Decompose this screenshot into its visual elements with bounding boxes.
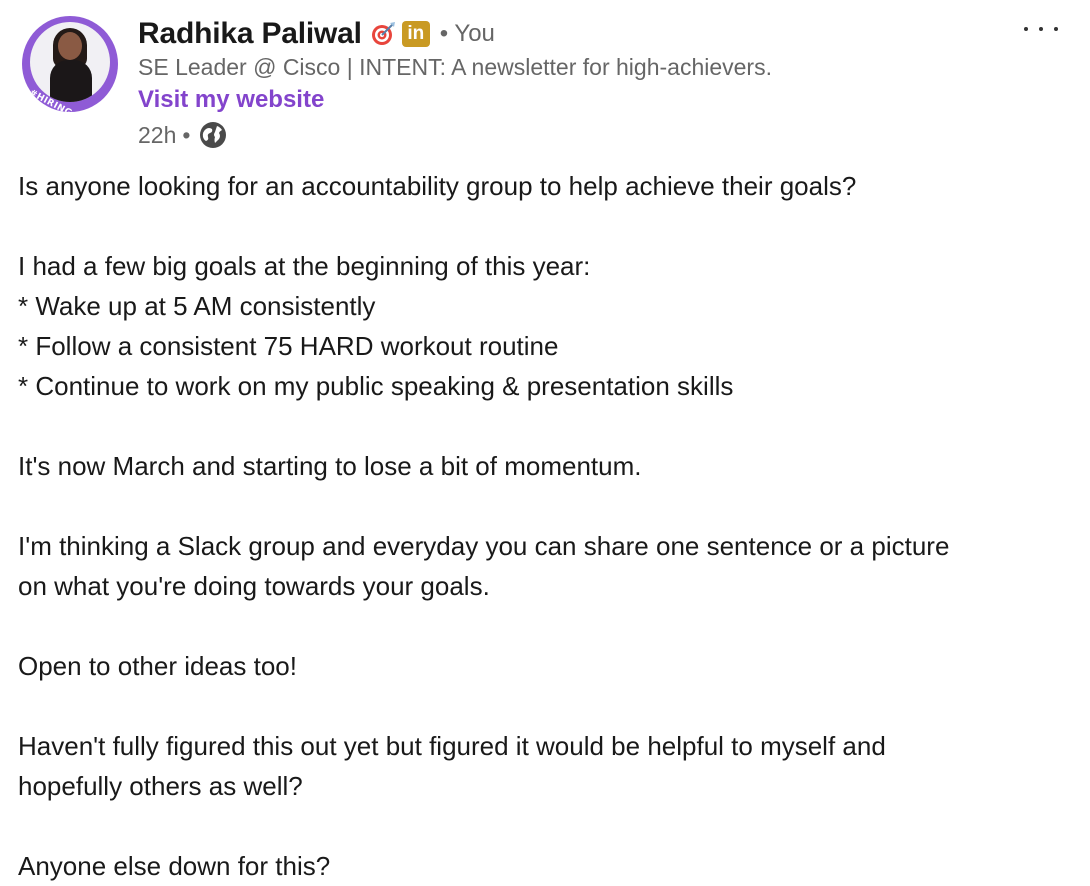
post-line: Anyone else down for this? [18,851,331,881]
post-line: Is anyone looking for an accountability … [18,171,857,201]
post-line: Open to other ideas too! [18,651,297,681]
post-time: 22h [138,121,177,148]
post-line: on what you're doing towards your goals. [18,571,490,601]
post-line: * Continue to work on my public speaking… [18,371,734,401]
post-meta: 22h • [138,119,228,151]
linkedin-post: #HIRING Radhika Paliwal in • You SE Lead… [0,0,1090,884]
author-headline: SE Leader @ Cisco | INTENT: A newsletter… [138,54,772,80]
more-options-icon[interactable] [1024,20,1058,38]
post-line: I had a few big goals at the beginning o… [18,251,591,281]
meta-separator: • [182,121,191,148]
post-line: Haven't fully figured this out yet but f… [18,731,886,761]
globe-icon[interactable] [198,120,228,150]
avatar[interactable]: #HIRING [22,16,118,112]
author-row: Radhika Paliwal in • You [138,14,495,54]
post-line: * Wake up at 5 AM consistently [18,291,376,321]
post-line: I'm thinking a Slack group and everyday … [18,531,950,561]
post-line: * Follow a consistent 75 HARD workout ro… [18,331,559,361]
target-emoji-icon [371,22,395,45]
avatar-photo [30,22,110,102]
visit-website-link[interactable]: Visit my website [138,86,324,114]
linkedin-premium-icon: in [401,21,430,47]
post-line: It's now March and starting to lose a bi… [18,451,642,481]
post-line: hopefully others as well? [18,771,303,801]
post-body: Is anyone looking for an accountability … [18,166,1078,886]
author-name[interactable]: Radhika Paliwal [138,17,362,51]
relation-label: • You [439,20,495,47]
